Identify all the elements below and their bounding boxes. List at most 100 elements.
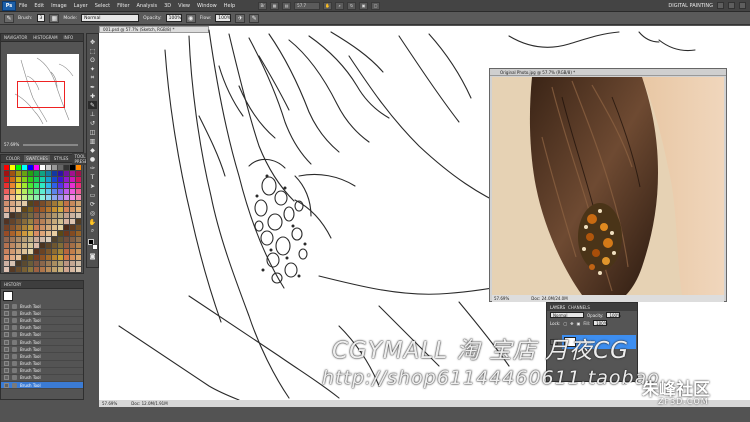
- arrange-documents-icon[interactable]: ▣: [359, 1, 369, 10]
- history-item[interactable]: Brush Tool: [1, 317, 83, 325]
- history-item[interactable]: Brush Tool: [1, 310, 83, 318]
- reference-photo-window[interactable]: Original Photo.jpg @ 57.7% (RGB/8) * 57.…: [489, 68, 727, 302]
- close-icon[interactable]: [739, 2, 746, 9]
- brush-panel-toggle-icon[interactable]: ▦: [49, 13, 60, 23]
- background-color-swatch[interactable]: [91, 244, 98, 250]
- pen-tool-icon[interactable]: ✑: [88, 164, 97, 172]
- history-source-checkbox[interactable]: [4, 353, 9, 359]
- brush-size-picker[interactable]: 3: [36, 14, 46, 22]
- tab-styles[interactable]: STYLES: [51, 155, 71, 162]
- 3d-rotate-tool-icon[interactable]: ⟳: [88, 200, 97, 208]
- mini-bridge-icon[interactable]: ▦: [270, 1, 280, 10]
- extras-icon[interactable]: ▤: [282, 1, 292, 10]
- mode-select[interactable]: Normal: [81, 14, 140, 22]
- photo-zoom-value[interactable]: 57.69%: [494, 296, 509, 301]
- menu-window[interactable]: Window: [197, 3, 217, 9]
- path-selection-tool-icon[interactable]: ➤: [88, 182, 97, 190]
- menu-filter[interactable]: Filter: [117, 3, 129, 9]
- history-source-checkbox[interactable]: [4, 303, 9, 309]
- tab-navigator[interactable]: NAVIGATOR: [4, 35, 27, 40]
- history-item[interactable]: Brush Tool: [1, 368, 83, 375]
- menu-3d[interactable]: 3D: [164, 3, 171, 9]
- zoom-tool-icon[interactable]: ⌕: [335, 1, 345, 10]
- history-source-checkbox[interactable]: [4, 361, 9, 367]
- eraser-tool-icon[interactable]: ◫: [88, 128, 97, 136]
- menu-file[interactable]: File: [19, 3, 27, 9]
- photo-size-info[interactable]: Doc: 24.0M/24.0M: [531, 296, 567, 301]
- 3d-orbit-tool-icon[interactable]: ◎: [88, 209, 97, 217]
- document-size-info[interactable]: Doc: 12.0M/1.91M: [131, 401, 167, 406]
- pressure-size-icon[interactable]: ✎: [249, 13, 260, 23]
- history-item[interactable]: Brush Tool: [1, 332, 83, 339]
- lasso-tool-icon[interactable]: ʘ: [88, 56, 97, 64]
- history-item[interactable]: Brush Tool: [1, 303, 83, 311]
- lock-all-icon[interactable]: ▣: [577, 321, 581, 326]
- brush-tool-preset-icon[interactable]: ✎: [4, 13, 14, 23]
- zoom-tool-icon[interactable]: ⌕: [88, 227, 97, 235]
- navigator-zoom-value[interactable]: 57.69%: [4, 142, 19, 147]
- history-source-checkbox[interactable]: [4, 375, 9, 381]
- history-item[interactable]: Brush Tool: [1, 361, 83, 368]
- layer-blend-mode-select[interactable]: Normal: [550, 312, 584, 318]
- rotate-view-icon[interactable]: ↻: [347, 1, 357, 10]
- quick-select-tool-icon[interactable]: ✦: [88, 65, 97, 73]
- minimize-icon[interactable]: [717, 2, 724, 9]
- history-item[interactable]: Brush Tool: [1, 339, 83, 347]
- history-source-checkbox[interactable]: [4, 317, 9, 323]
- lock-pixels-icon[interactable]: ▢: [563, 321, 567, 326]
- layer-opacity-input[interactable]: 100%: [606, 312, 621, 318]
- history-source-checkbox[interactable]: [4, 325, 9, 331]
- navigator-zoom-slider[interactable]: [23, 144, 78, 146]
- shape-tool-icon[interactable]: ▭: [88, 191, 97, 199]
- eyedropper-tool-icon[interactable]: ✒: [88, 83, 97, 91]
- healing-brush-tool-icon[interactable]: ✚: [88, 92, 97, 100]
- history-source-checkbox[interactable]: [4, 382, 9, 388]
- marquee-tool-icon[interactable]: ⬚: [88, 47, 97, 55]
- tab-layers[interactable]: LAYERS: [550, 305, 565, 310]
- menu-image[interactable]: Image: [51, 3, 67, 9]
- bridge-icon[interactable]: Br: [258, 1, 268, 10]
- history-source-checkbox[interactable]: [4, 339, 9, 345]
- tab-channels[interactable]: CHANNELS: [568, 305, 590, 310]
- layer-fill-input[interactable]: 100%: [593, 320, 608, 326]
- pressure-opacity-icon[interactable]: ◉: [185, 13, 196, 23]
- menu-view[interactable]: View: [178, 3, 190, 9]
- menu-select[interactable]: Select: [95, 3, 110, 9]
- tab-swatches[interactable]: SWATCHES: [23, 155, 50, 162]
- tab-info[interactable]: INFO: [64, 35, 74, 40]
- color-picker[interactable]: [87, 239, 98, 251]
- tab-color[interactable]: COLOR: [4, 155, 22, 162]
- workspace-switcher[interactable]: DIGITAL PAINTING: [668, 2, 746, 9]
- photo-window-title[interactable]: Original Photo.jpg @ 57.7% (RGB/8) *: [490, 69, 726, 76]
- opacity-input[interactable]: 100%: [165, 14, 182, 22]
- brush-tool-icon[interactable]: ✎: [88, 101, 97, 109]
- history-source-checkbox[interactable]: [4, 332, 9, 338]
- type-tool-icon[interactable]: T: [88, 173, 97, 181]
- airbrush-icon[interactable]: ✈: [235, 13, 246, 23]
- menu-analysis[interactable]: Analysis: [137, 3, 158, 9]
- history-item[interactable]: Brush Tool: [1, 325, 83, 332]
- tab-histogram[interactable]: HISTOGRAM: [33, 35, 57, 40]
- history-source-checkbox[interactable]: [4, 368, 9, 374]
- blur-tool-icon[interactable]: ◆: [88, 146, 97, 154]
- history-brush-tool-icon[interactable]: ↺: [88, 119, 97, 127]
- hand-tool-icon[interactable]: ✋: [88, 218, 97, 226]
- gradient-tool-icon[interactable]: ▥: [88, 137, 97, 145]
- history-snapshot-thumb[interactable]: [3, 291, 13, 301]
- maximize-icon[interactable]: [728, 2, 735, 9]
- history-item[interactable]: Brush Tool: [1, 346, 83, 354]
- history-source-checkbox[interactable]: [4, 346, 9, 352]
- color-swatch[interactable]: [76, 267, 82, 273]
- clone-stamp-tool-icon[interactable]: ⊥: [88, 110, 97, 118]
- menu-layer[interactable]: Layer: [74, 3, 88, 9]
- history-item-current[interactable]: Brush Tool: [1, 382, 83, 390]
- flow-input[interactable]: 100%: [215, 14, 232, 22]
- menu-edit[interactable]: Edit: [34, 3, 44, 9]
- tab-history[interactable]: HISTORY: [4, 282, 21, 287]
- dodge-tool-icon[interactable]: ●: [88, 155, 97, 163]
- hand-icon[interactable]: ✋: [323, 1, 333, 10]
- screen-mode-icon[interactable]: ▢: [371, 1, 381, 10]
- lock-position-icon[interactable]: ✥: [570, 321, 573, 326]
- reference-photo[interactable]: [492, 77, 724, 295]
- history-item[interactable]: Brush Tool: [1, 353, 83, 361]
